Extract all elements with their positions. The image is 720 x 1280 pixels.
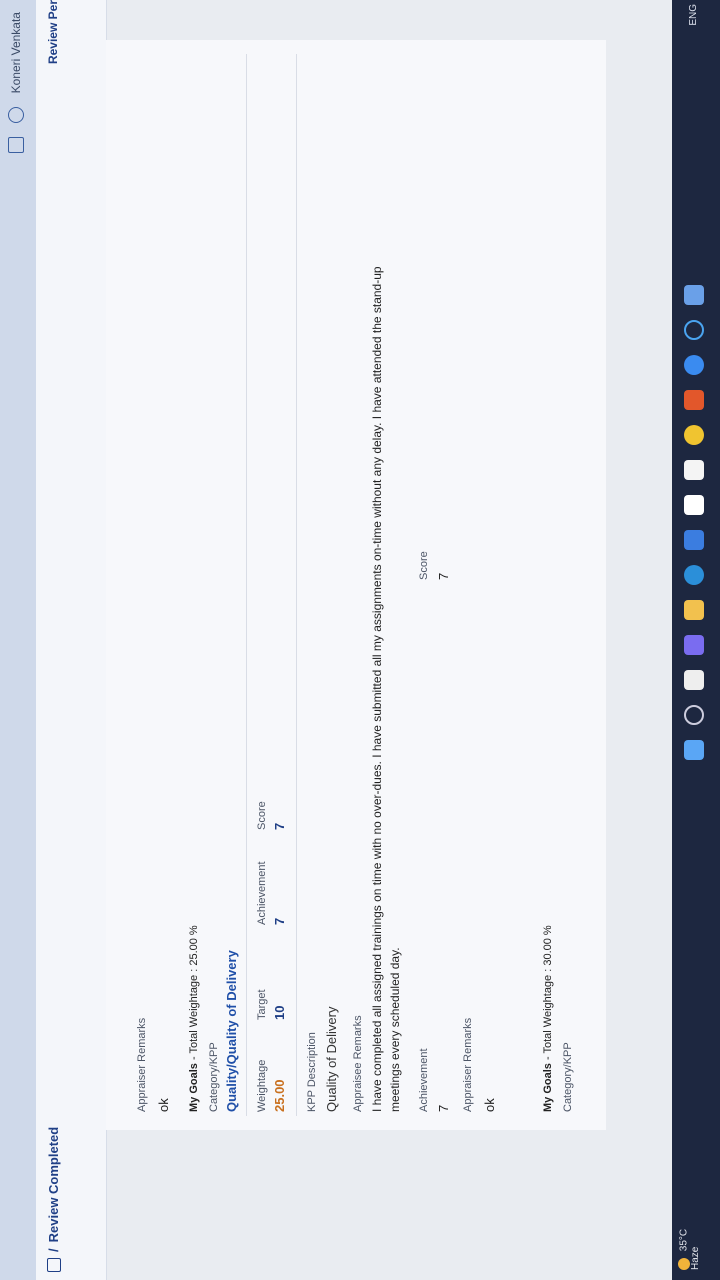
goal2-title: My Goals - Total Weightage : 30.00 % xyxy=(542,925,554,1112)
edge-icon[interactable] xyxy=(684,565,704,585)
header-right: Koneri Venkata xyxy=(8,12,24,154)
achievement-label: Achievement xyxy=(256,861,268,925)
goal2-title-suffix: - Total Weightage : 30.00 % xyxy=(542,925,554,1061)
divider xyxy=(246,54,247,1116)
top-header-bar: Koneri Venkata xyxy=(0,0,36,1280)
vscode-icon[interactable] xyxy=(684,460,704,480)
score-value: 7 xyxy=(272,822,287,830)
breadcrumb-separator: / xyxy=(46,1248,61,1252)
kpp-description-label: KPP Description xyxy=(306,1032,318,1112)
target-value: 10 xyxy=(272,1005,287,1020)
user-avatar-icon[interactable] xyxy=(8,107,24,124)
score2-label: Score xyxy=(418,551,430,580)
weightage-value: 25.00 xyxy=(272,1079,287,1112)
appraisee-remarks-line2: meetings every scheduled day. xyxy=(388,947,402,1112)
user-name[interactable]: Koneri Venkata xyxy=(9,12,23,93)
breadcrumb-current: Review Completed xyxy=(46,1126,61,1243)
achievement2-label: Achievement xyxy=(418,1048,430,1112)
score-label: Score xyxy=(256,801,268,830)
temperature: 35°C xyxy=(678,1228,690,1252)
achievement2-value: 7 xyxy=(436,1104,451,1112)
goal1-category-value: Quality/Quality of Delivery xyxy=(224,950,239,1112)
kpp-description-value: Quality of Delivery xyxy=(324,1006,339,1112)
weather-widget[interactable]: 35°C Haze xyxy=(678,1229,701,1270)
file-explorer-icon[interactable] xyxy=(684,600,704,620)
search-icon[interactable] xyxy=(684,705,704,725)
goal2-title-prefix: My Goals xyxy=(542,1063,554,1112)
cortana-icon[interactable] xyxy=(684,320,704,340)
achievement-value: 7 xyxy=(272,917,287,925)
review-period-label: Review Per xyxy=(46,0,60,65)
teams-icon[interactable] xyxy=(684,635,704,655)
appraisee-remarks-line1: I have completed all assigned trainings … xyxy=(370,266,384,1112)
top-appraiser-remarks-value: ok xyxy=(156,1098,171,1112)
weather-condition: Haze xyxy=(690,1246,701,1270)
dropbox-icon[interactable] xyxy=(684,495,704,515)
goal1-title-suffix: - Total Weightage : 25.00 % xyxy=(188,925,200,1061)
taskbar: 35°C Haze ENG xyxy=(672,0,720,1280)
task-view-icon[interactable] xyxy=(684,670,704,690)
menu-list-icon[interactable] xyxy=(8,137,24,154)
outlook-icon[interactable] xyxy=(684,530,704,550)
goal1-appraiser-remarks-label: Appraiser Remarks xyxy=(462,1017,474,1112)
goal1-category-label: Category/KPP xyxy=(208,1042,220,1112)
sub-header: / Review Completed Review Per xyxy=(36,0,107,1280)
home-icon[interactable] xyxy=(46,1258,61,1272)
score2-value: 7 xyxy=(436,572,451,580)
review-panel: Appraiser Remarks ok My Goals - Total We… xyxy=(106,40,606,1130)
weightage-label: Weightage xyxy=(256,1059,268,1112)
top-appraiser-remarks-label: Appraiser Remarks xyxy=(136,1017,148,1112)
language-indicator[interactable]: ENG xyxy=(688,4,699,26)
office-icon[interactable] xyxy=(684,390,704,410)
appraisee-remarks-label: Appraisee Remarks xyxy=(352,1015,364,1112)
browser-icon[interactable] xyxy=(684,355,704,375)
breadcrumb: / Review Completed xyxy=(46,1127,61,1272)
target-label: Target xyxy=(256,989,268,1020)
windows-start-icon[interactable] xyxy=(684,740,704,760)
goal1-title-prefix: My Goals xyxy=(188,1063,200,1112)
goal2-category-label: Category/KPP xyxy=(562,1042,574,1112)
goal1-appraiser-remarks-value: ok xyxy=(482,1098,497,1112)
settings-icon[interactable] xyxy=(684,285,704,305)
goal1-title: My Goals - Total Weightage : 25.00 % xyxy=(188,925,200,1112)
divider xyxy=(296,54,297,1116)
rotated-screen: Koneri Venkata / Review Completed Review… xyxy=(0,0,720,1280)
chrome-icon[interactable] xyxy=(684,425,704,445)
sun-icon xyxy=(678,1258,690,1270)
